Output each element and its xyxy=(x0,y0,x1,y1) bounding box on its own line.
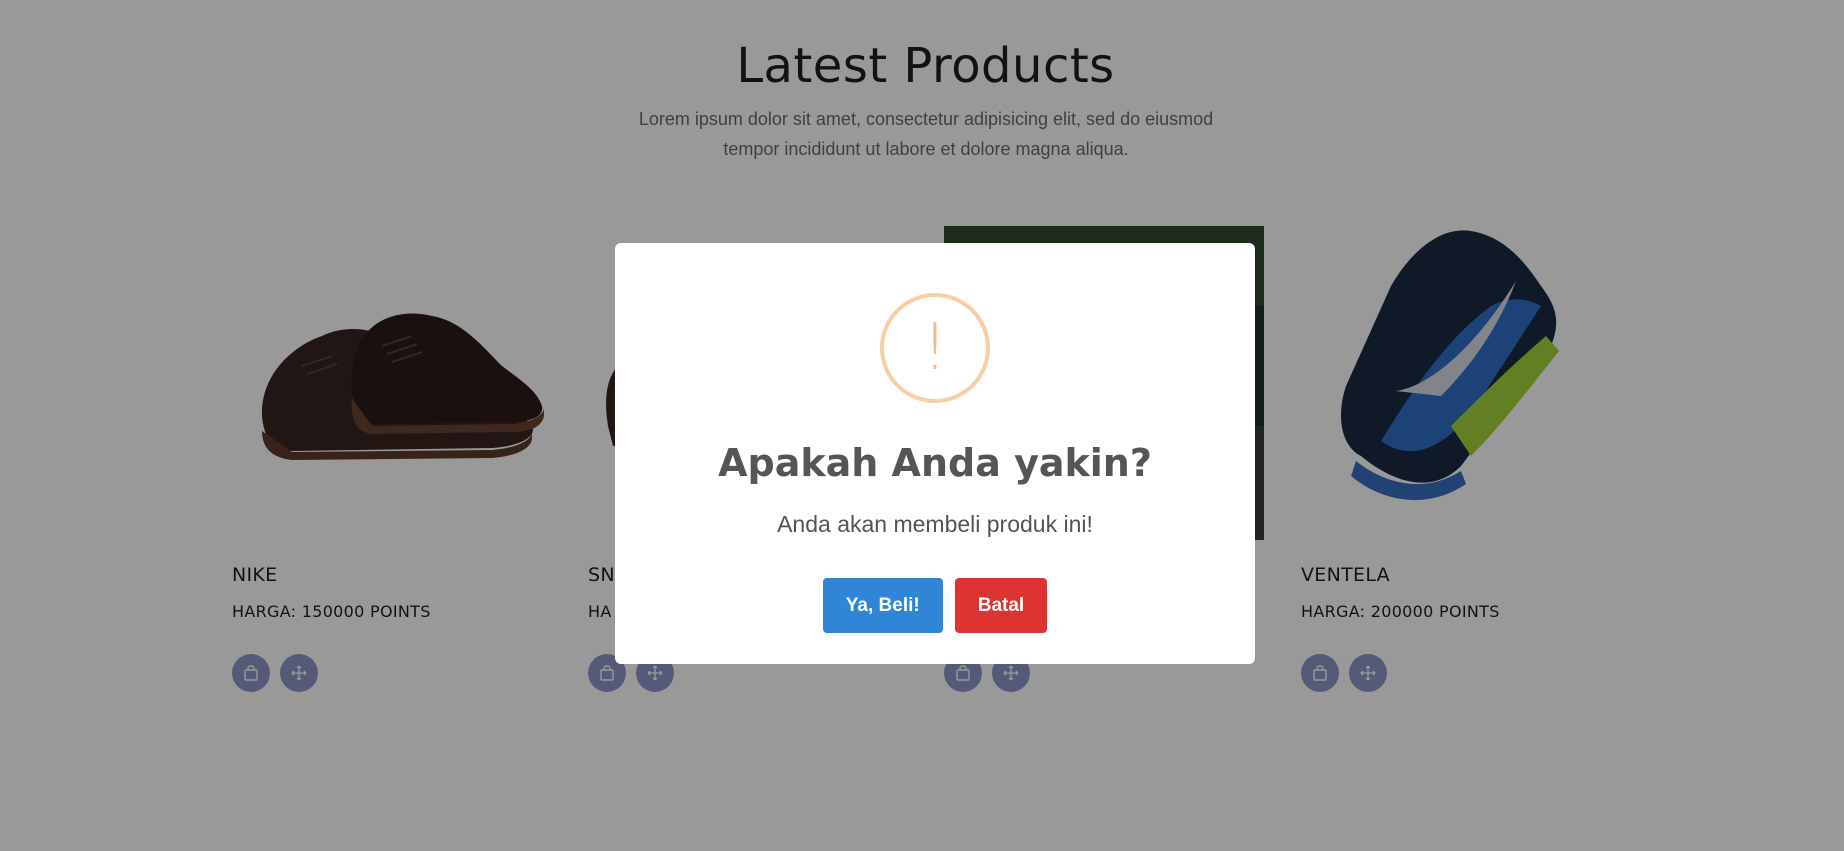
dialog-message: Anda akan membeli produk ini! xyxy=(777,511,1093,537)
warning-icon: ! xyxy=(880,293,990,403)
dialog-title: Apakah Anda yakin? xyxy=(718,441,1152,485)
confirm-dialog: ! Apakah Anda yakin? Anda akan membeli p… xyxy=(615,243,1255,664)
warning-icon-glyph: ! xyxy=(922,311,948,385)
confirm-buy-button[interactable]: Ya, Beli! xyxy=(822,578,943,633)
cancel-button[interactable]: Batal xyxy=(954,578,1048,633)
